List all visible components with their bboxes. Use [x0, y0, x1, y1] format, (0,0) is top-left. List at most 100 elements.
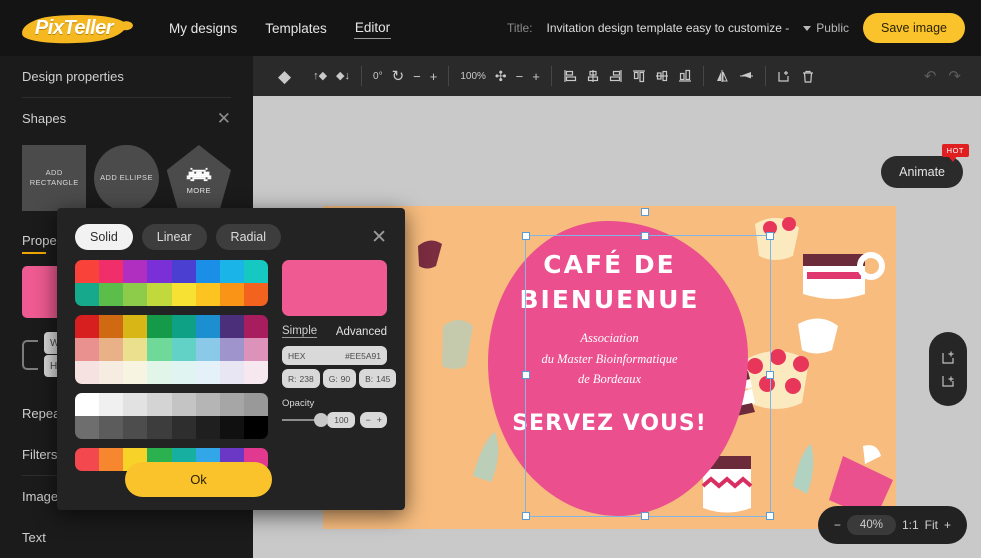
nav-item-templates[interactable]: Templates	[264, 18, 328, 39]
tab-solid[interactable]: Solid	[75, 224, 133, 250]
hex-input[interactable]: HEX #EE5A91	[282, 346, 387, 365]
align-center-icon[interactable]	[586, 69, 600, 83]
object-toolbar: ◆ ↑◆ ◆↓ 0° ↻ − + 100% ✣ − + ↶ ↷	[253, 56, 981, 96]
redo-icon[interactable]: ↷	[948, 69, 961, 84]
nav-links: My designs Templates Editor	[168, 17, 392, 39]
scale-group: 100% ✣ − +	[449, 69, 551, 83]
edit-group	[766, 69, 826, 84]
green-input[interactable]: G: 90	[322, 369, 357, 388]
title-area: Title: Invitation design template easy t…	[507, 13, 965, 43]
zoom-out-button[interactable]: −	[834, 518, 841, 532]
close-icon[interactable]: ✕	[371, 228, 387, 247]
visibility-dropdown[interactable]: Public	[803, 21, 849, 35]
more-shapes-button[interactable]: MORE	[166, 145, 231, 211]
opacity-slider[interactable]	[282, 413, 329, 427]
sidebar-section-shapes[interactable]: Shapes ✕	[22, 98, 231, 139]
resize-handle-bottom-center[interactable]	[641, 512, 649, 520]
save-image-button[interactable]: Save image	[862, 13, 965, 43]
rotation-decrease-button[interactable]: −	[413, 70, 421, 83]
resize-handle-bottom-right[interactable]	[766, 512, 774, 520]
align-middle-icon[interactable]	[655, 69, 669, 83]
opacity-stepper: − +	[360, 412, 387, 428]
flip-horizontal-icon[interactable]	[715, 69, 730, 83]
rotate-icon[interactable]: ↻	[392, 69, 405, 84]
resize-handle-middle-right[interactable]	[766, 371, 774, 379]
tab-linear[interactable]: Linear	[141, 224, 207, 250]
zoom-in-button[interactable]: +	[944, 518, 951, 532]
design-canvas[interactable]: CAFÉ DE BIENUENUE Association du Master …	[323, 206, 896, 529]
resize-handle-top-left[interactable]	[522, 232, 530, 240]
palette-list	[75, 260, 268, 471]
opacity-decrease-button[interactable]: −	[365, 415, 370, 425]
mode-simple[interactable]: Simple	[282, 325, 318, 338]
align-top-icon[interactable]	[632, 69, 646, 83]
color-picker-dialog: Solid Linear Radial ✕ Simple Advanced HE…	[57, 208, 405, 510]
fill-color-swatch[interactable]	[22, 266, 62, 318]
invader-icon	[186, 167, 212, 182]
design-title-input[interactable]: Invitation design template easy to custo…	[547, 21, 790, 35]
palette-tints[interactable]	[75, 315, 268, 384]
align-group	[552, 69, 703, 83]
add-frame-above-icon[interactable]	[941, 350, 956, 365]
scale-icon[interactable]: ✣	[495, 69, 507, 83]
tab-radial[interactable]: Radial	[215, 224, 281, 250]
flip-vertical-icon[interactable]	[739, 69, 754, 83]
opacity-slider-handle[interactable]	[314, 413, 329, 427]
red-value: 238	[299, 373, 314, 384]
resize-handle-middle-left[interactable]	[522, 371, 530, 379]
actual-size-button[interactable]: 1:1	[902, 518, 919, 532]
opacity-value[interactable]: 100	[327, 412, 356, 428]
scale-value[interactable]: 100%	[460, 71, 486, 82]
resize-handle-top-right[interactable]	[766, 232, 774, 240]
blue-input[interactable]: B: 145	[359, 369, 397, 388]
resize-handle-top-center[interactable]	[641, 232, 649, 240]
rotation-value[interactable]: 0°	[373, 71, 383, 82]
add-rectangle-button[interactable]: ADD RECTANGLE	[22, 145, 87, 211]
scale-decrease-button[interactable]: −	[516, 70, 524, 83]
zoom-level-value[interactable]: 40%	[846, 515, 896, 535]
mode-advanced[interactable]: Advanced	[336, 326, 387, 338]
rgb-inputs: R: 238 G: 90 B: 145	[282, 369, 397, 388]
nav-item-editor[interactable]: Editor	[353, 17, 392, 39]
align-right-icon[interactable]	[609, 69, 623, 83]
properties-underline	[22, 252, 46, 254]
blue-value: 145	[376, 373, 391, 384]
add-ellipse-button[interactable]: ADD ELLIPSE	[94, 145, 159, 211]
nav-item-my-designs[interactable]: My designs	[168, 18, 238, 39]
align-left-icon[interactable]	[563, 69, 577, 83]
opacity-increase-button[interactable]: +	[377, 415, 382, 425]
zoom-controls: − 40% 1:1 Fit +	[817, 506, 967, 544]
sidebar-item-design-properties[interactable]: Design properties	[22, 56, 231, 97]
hex-label: HEX	[288, 350, 306, 361]
color-mode-switch: Simple Advanced	[282, 325, 387, 338]
align-bottom-icon[interactable]	[678, 69, 692, 83]
fit-button[interactable]: Fit	[925, 518, 938, 532]
link-ratio-icon[interactable]	[22, 339, 38, 370]
undo-icon[interactable]: ↶	[924, 69, 937, 84]
layers-icon[interactable]: ◆	[278, 68, 291, 85]
rotate-handle[interactable]	[641, 208, 649, 216]
bring-forward-icon[interactable]: ↑◆	[313, 70, 327, 82]
palette-vivid[interactable]	[75, 260, 268, 306]
trash-icon[interactable]	[801, 69, 815, 84]
logo-text: PixTeller	[34, 16, 114, 39]
ok-button[interactable]: Ok	[125, 462, 272, 497]
sidebar-item-text[interactable]: Text	[22, 517, 231, 558]
color-preview-swatch[interactable]	[282, 260, 387, 316]
close-icon[interactable]: ✕	[217, 110, 231, 127]
selection-bounding-box[interactable]	[522, 208, 774, 520]
send-backward-icon[interactable]: ◆↓	[336, 70, 350, 82]
green-label: G:	[328, 373, 338, 384]
red-input[interactable]: R: 238	[282, 369, 320, 388]
layer-group: ◆	[267, 68, 302, 85]
resize-handle-bottom-left[interactable]	[522, 512, 530, 520]
rotation-increase-button[interactable]: +	[430, 70, 438, 83]
palette-grayscale[interactable]	[75, 393, 268, 439]
pixteller-logo[interactable]: PixTeller	[21, 11, 127, 45]
opacity-controls: 100 − +	[282, 412, 387, 428]
scale-increase-button[interactable]: +	[532, 70, 540, 83]
opacity-label: Opacity	[282, 398, 315, 409]
add-frame-below-icon[interactable]	[941, 374, 956, 389]
order-group: ↑◆ ◆↓	[302, 70, 361, 82]
duplicate-icon[interactable]	[777, 69, 792, 84]
